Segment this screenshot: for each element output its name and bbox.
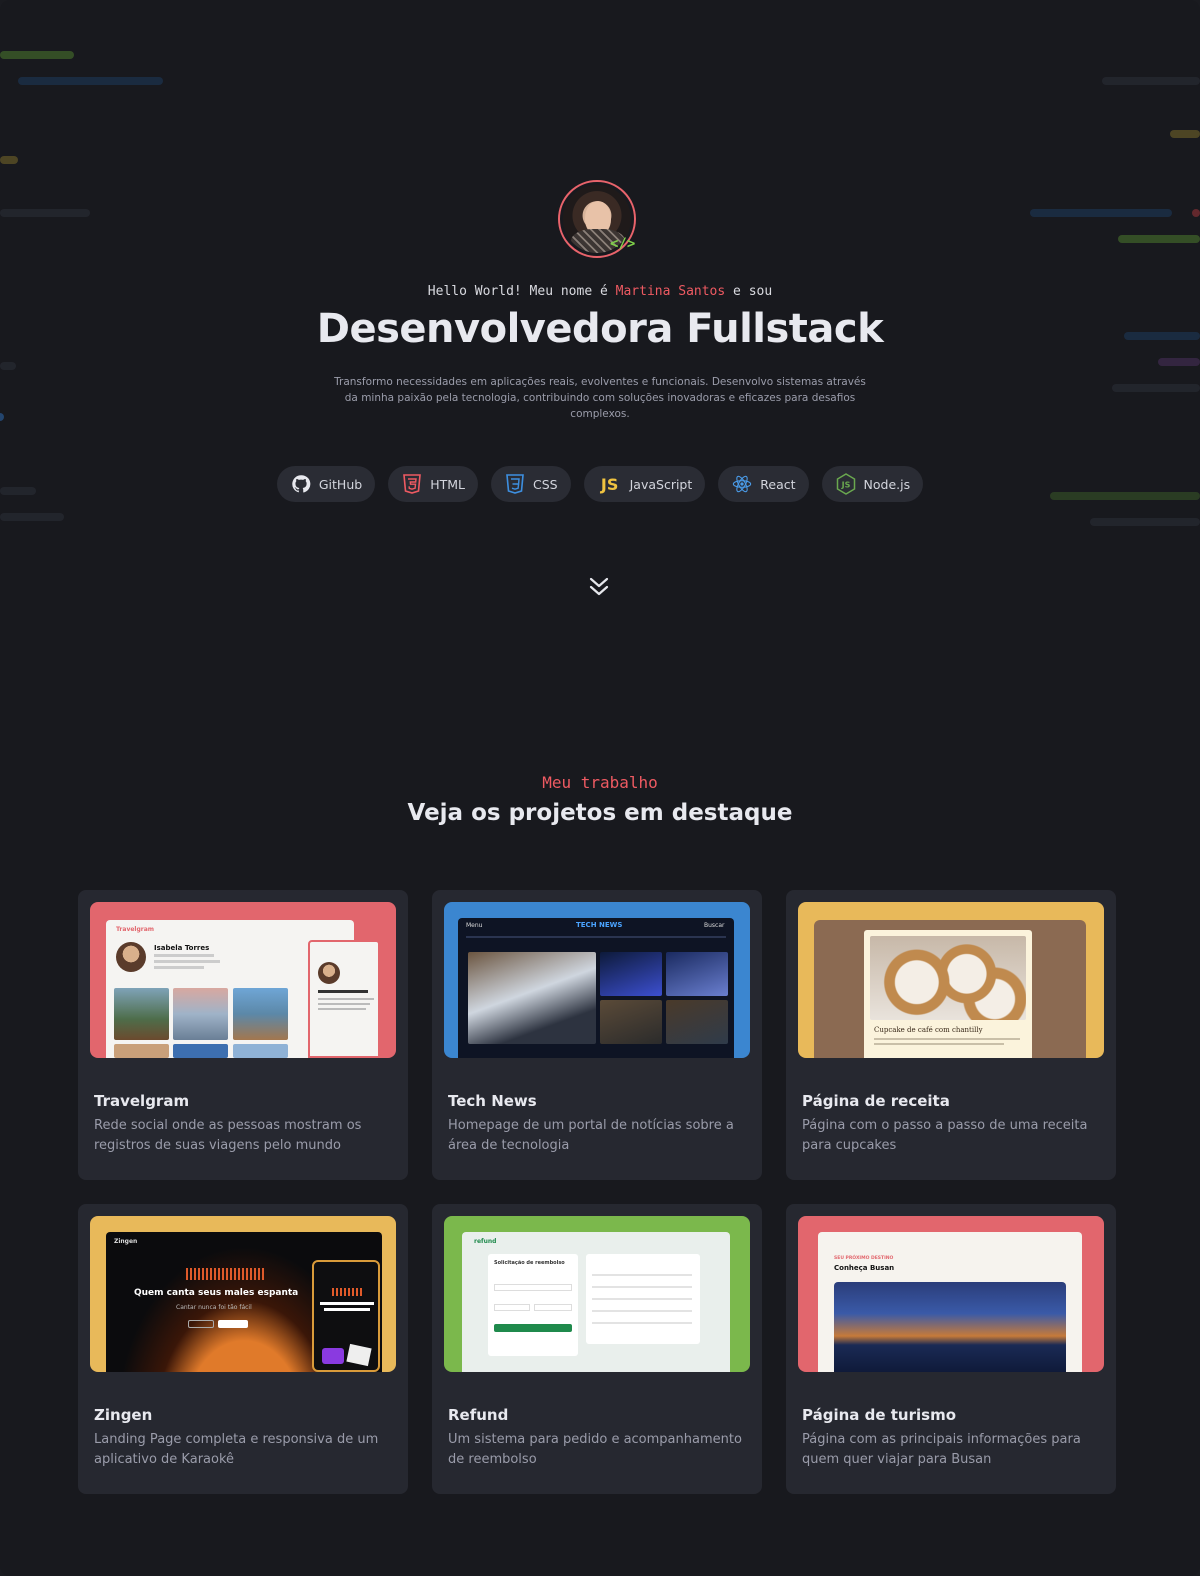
scroll-down-icon[interactable] xyxy=(586,576,612,598)
thumb-search-label: Buscar xyxy=(704,922,725,929)
greeting-suffix: e sou xyxy=(733,284,773,299)
thumb-app-name: Zingen xyxy=(114,1238,138,1245)
developer-name: Martina Santos xyxy=(615,284,726,299)
project-thumbnail: Cupcake de café com chantilly xyxy=(798,902,1104,1058)
hero-description: Transformo necessidades em aplicações re… xyxy=(334,376,866,420)
project-title: Refund xyxy=(448,1406,509,1424)
skill-label: JavaScript xyxy=(629,476,693,492)
thumb-user-name: Isabela Torres xyxy=(154,944,210,952)
section-title: Veja os projetos em destaque xyxy=(407,800,793,826)
project-title: Travelgram xyxy=(94,1092,190,1110)
thumb-headline: Quem canta seus males espanta xyxy=(134,1288,299,1298)
project-thumbnail: SEU PRÓXIMO DESTINO Conheça Busan xyxy=(798,1216,1104,1372)
project-card-zingen[interactable]: Zingen Quem canta seus males espanta Can… xyxy=(78,1204,408,1494)
avatar: </> xyxy=(558,180,636,258)
project-card-refund[interactable]: refund Solicitação de reembolso Refund U… xyxy=(432,1204,762,1494)
project-card-tech-news[interactable]: Menu TECH NEWS Buscar Tech News Homepage… xyxy=(432,890,762,1180)
skill-chip-css: CSS xyxy=(491,466,571,502)
skill-label: Node.js xyxy=(863,476,911,492)
project-description: Rede social onde as pessoas mostram os r… xyxy=(94,1118,362,1153)
hero-greeting: Hello World! Meu nome é Martina Santos e… xyxy=(0,284,1200,299)
skill-chip-javascript: JS JavaScript xyxy=(583,466,706,502)
react-icon xyxy=(732,474,752,494)
skill-chip-nodejs: JS Node.js xyxy=(821,466,924,502)
skill-chip-html: HTML xyxy=(388,466,478,502)
thumb-heading: Conheça Busan xyxy=(834,1264,895,1272)
project-description: Página com as principais informações par… xyxy=(802,1432,1081,1467)
thumb-app-name: TECH NEWS xyxy=(576,921,623,929)
project-title: Página de receita xyxy=(802,1092,950,1110)
html5-icon xyxy=(402,474,422,494)
thumb-subheadline: Cantar nunca foi tão fácil xyxy=(176,1304,252,1311)
skill-label: HTML xyxy=(430,476,465,492)
thumb-menu-label: Menu xyxy=(466,922,483,929)
project-card-tourism[interactable]: SEU PRÓXIMO DESTINO Conheça Busan Página… xyxy=(786,1204,1116,1494)
project-card-recipe[interactable]: Cupcake de café com chantilly Página de … xyxy=(786,890,1116,1180)
skill-chip-github: GitHub xyxy=(276,466,376,502)
skill-label: CSS xyxy=(533,476,558,492)
projects-grid: Travelgram Isabela Torres Travelgram Red… xyxy=(78,890,1118,1494)
nodejs-icon: JS xyxy=(836,473,856,495)
thumb-recipe-heading: Cupcake de café com chantilly xyxy=(874,1026,983,1034)
project-title: Página de turismo xyxy=(802,1406,956,1424)
project-description: Landing Page completa e responsiva de um… xyxy=(94,1432,379,1467)
thumb-app-name: refund xyxy=(474,1238,497,1245)
project-title: Tech News xyxy=(448,1092,537,1110)
skill-chip-react: React xyxy=(718,466,809,502)
project-card-travelgram[interactable]: Travelgram Isabela Torres Travelgram Red… xyxy=(78,890,408,1180)
portfolio-page: </> Hello World! Meu nome é Martina Sant… xyxy=(0,0,1200,1576)
javascript-icon: JS xyxy=(600,474,619,494)
greeting-prefix: Hello World! Meu nome é xyxy=(427,284,608,299)
thumb-eyebrow: SEU PRÓXIMO DESTINO xyxy=(834,1256,894,1261)
hero-section: </> Hello World! Meu nome é Martina Sant… xyxy=(0,0,1200,680)
thumb-app-name: Travelgram xyxy=(116,926,155,933)
skill-label: React xyxy=(760,476,796,492)
svg-text:JS: JS xyxy=(840,481,850,490)
project-thumbnail: Menu TECH NEWS Buscar xyxy=(444,902,750,1058)
page-title: Desenvolvedora Fullstack xyxy=(316,306,884,352)
project-description: Homepage de um portal de notícias sobre … xyxy=(448,1118,734,1153)
section-eyebrow: Meu trabalho xyxy=(542,773,658,792)
github-icon xyxy=(291,474,311,494)
skill-label: GitHub xyxy=(318,476,363,492)
project-thumbnail: Travelgram Isabela Torres xyxy=(90,902,396,1058)
project-thumbnail: Zingen Quem canta seus males espanta Can… xyxy=(90,1216,396,1372)
code-icon: </> xyxy=(610,236,636,252)
project-description: Página com o passo a passo de uma receit… xyxy=(802,1118,1088,1153)
skills-list: GitHub HTML CSS JS JavaScript React JS N… xyxy=(0,466,1200,502)
project-description: Um sistema para pedido e acompanhamento … xyxy=(448,1432,742,1467)
css3-icon xyxy=(505,474,525,494)
project-title: Zingen xyxy=(94,1406,153,1424)
thumb-form-heading: Solicitação de reembolso xyxy=(494,1260,565,1266)
project-thumbnail: refund Solicitação de reembolso xyxy=(444,1216,750,1372)
